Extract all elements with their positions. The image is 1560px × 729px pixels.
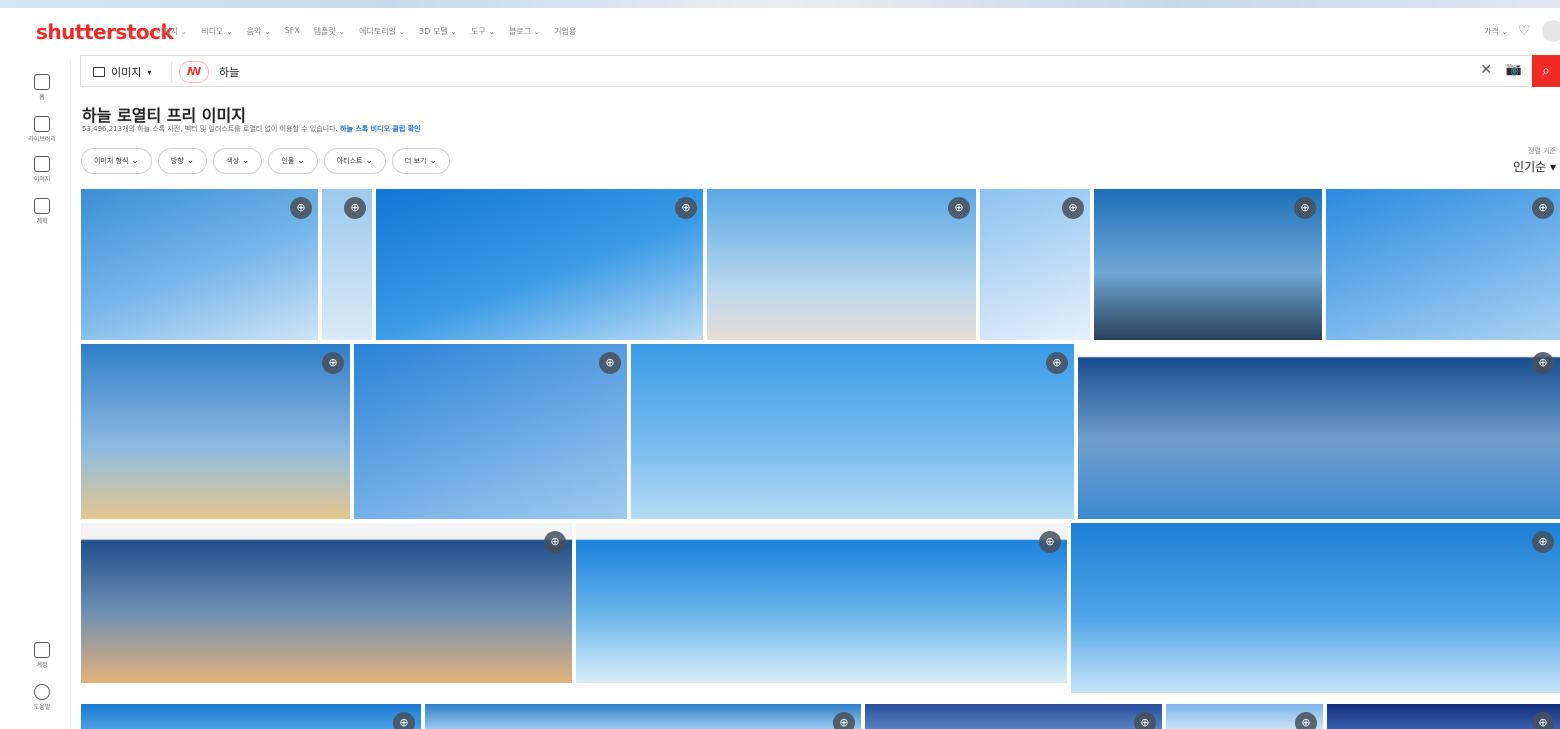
zoom-icon[interactable]: ⊕ bbox=[675, 197, 697, 219]
chevron-down-icon: ▾ bbox=[147, 67, 152, 77]
sort-select[interactable]: 정렬 기준 인기순 ▾ bbox=[1513, 146, 1556, 175]
heart-icon[interactable]: ♡ bbox=[1518, 24, 1532, 38]
sidebar-item-library[interactable]: 라이브러리 bbox=[28, 116, 56, 143]
home-icon bbox=[34, 74, 50, 90]
zoom-icon[interactable]: ⊕ bbox=[1295, 712, 1317, 729]
search-type-select[interactable]: 이미지 ▾ bbox=[93, 64, 151, 80]
avatar[interactable] bbox=[1542, 20, 1560, 42]
zoom-icon[interactable]: ⊕ bbox=[1532, 352, 1554, 374]
zoom-icon[interactable]: ⊕ bbox=[1046, 352, 1068, 374]
zoom-icon[interactable]: ⊕ bbox=[1532, 712, 1554, 729]
image-tile[interactable]: ⊕ bbox=[1166, 704, 1323, 729]
image-tile[interactable]: ⊕ bbox=[1071, 523, 1560, 693]
image-tile[interactable]: ⊕ bbox=[322, 189, 372, 340]
header-actions: 가격 ⌄ ♡ bbox=[1484, 20, 1560, 42]
zoom-icon[interactable]: ⊕ bbox=[1039, 531, 1061, 553]
image-tile[interactable]: ⊕ bbox=[376, 189, 703, 340]
zoom-icon[interactable]: ⊕ bbox=[544, 531, 566, 553]
filter-orientation[interactable]: 방향 bbox=[157, 148, 208, 174]
sidebar-item-home[interactable]: 홈 bbox=[28, 74, 56, 101]
image-tile[interactable]: ⊕ bbox=[81, 189, 318, 340]
image-tile[interactable]: ⊕ bbox=[707, 189, 976, 340]
zoom-icon[interactable]: ⊕ bbox=[393, 712, 415, 729]
sidebar-item-help[interactable]: 도움말 bbox=[28, 684, 56, 711]
pricing-link[interactable]: 가격 ⌄ bbox=[1484, 26, 1508, 37]
zoom-icon[interactable]: ⊕ bbox=[599, 352, 621, 374]
nav-enterprise[interactable]: 기업용 bbox=[554, 26, 576, 37]
image-tile[interactable]: ⊕ bbox=[576, 523, 1067, 683]
zoom-icon[interactable]: ⊕ bbox=[322, 352, 344, 374]
ai-search-icon[interactable]: ꟿ bbox=[179, 61, 209, 83]
divider bbox=[171, 62, 172, 82]
zoom-icon[interactable]: ⊕ bbox=[1294, 197, 1316, 219]
library-icon bbox=[34, 116, 50, 132]
search-input[interactable]: 하늘 bbox=[219, 64, 239, 80]
image-tile[interactable]: ⊕ bbox=[1326, 189, 1560, 340]
filter-more[interactable]: 더 보기 bbox=[391, 148, 450, 174]
image-tile[interactable]: ⊕ bbox=[81, 523, 572, 683]
image-tile[interactable]: ⊕ bbox=[1327, 704, 1560, 729]
video-clips-link[interactable]: 하늘 스톡 비디오 클립 확인 bbox=[340, 125, 421, 133]
header: shutterstock 이미지 ⌄ 비디오 ⌄ 음악 ⌄ SFX 템플릿 ⌄ … bbox=[0, 8, 1560, 54]
filter-people[interactable]: 인물 bbox=[268, 148, 318, 174]
filter-image-type[interactable]: 이미지 형식 bbox=[81, 148, 152, 174]
sidebar-item-account[interactable]: 계정 bbox=[28, 642, 56, 669]
filter-bar: 이미지 형식 방향 색상 인물 아티스트 더 보기 bbox=[81, 148, 450, 174]
zoom-icon[interactable]: ⊕ bbox=[1134, 712, 1156, 729]
close-icon[interactable]: ✕ bbox=[1480, 62, 1492, 78]
search-icon: ⌕ bbox=[1542, 63, 1550, 79]
account-icon bbox=[34, 642, 50, 658]
filter-color[interactable]: 색상 bbox=[213, 148, 263, 174]
image-tile[interactable]: ⊕ bbox=[81, 344, 350, 519]
image-tile[interactable]: ⊕ bbox=[631, 344, 1074, 519]
plans-icon bbox=[34, 198, 50, 214]
image-tile[interactable]: ⊕ bbox=[81, 704, 421, 729]
images-icon bbox=[34, 156, 50, 172]
page-title: 하늘 로열티 프리 이미지 bbox=[82, 106, 246, 125]
sidebar: 홈 라이브러리 이미지 계획 계정 도움말 bbox=[0, 60, 71, 729]
image-tile[interactable]: ⊕ bbox=[1078, 344, 1560, 519]
zoom-icon[interactable]: ⊕ bbox=[344, 197, 366, 219]
main-nav: 이미지 ⌄ 비디오 ⌄ 음악 ⌄ SFX 템플릿 ⌄ 에디토리얼 ⌄ 3D 모델… bbox=[156, 26, 576, 37]
nav-tools[interactable]: 도구 ⌄ bbox=[471, 26, 495, 37]
image-tile[interactable]: ⊕ bbox=[865, 704, 1162, 729]
zoom-icon[interactable]: ⊕ bbox=[833, 712, 855, 729]
nav-images[interactable]: 이미지 ⌄ bbox=[156, 26, 187, 37]
image-tile[interactable]: ⊕ bbox=[980, 189, 1090, 340]
nav-sfx[interactable]: SFX bbox=[285, 26, 300, 37]
zoom-icon[interactable]: ⊕ bbox=[1532, 531, 1554, 553]
nav-editorial[interactable]: 에디토리얼 ⌄ bbox=[359, 26, 405, 37]
nav-templates[interactable]: 템플릿 ⌄ bbox=[314, 26, 345, 37]
result-summary: 53,496,213개의 하늘 스톡 사진, 벡터 및 일러스트를 로열티 없이… bbox=[82, 125, 421, 133]
top-image-strip bbox=[0, 0, 1560, 8]
nav-music[interactable]: 음악 ⌄ bbox=[247, 26, 271, 37]
nav-blog[interactable]: 블로그 ⌄ bbox=[509, 26, 540, 37]
nav-video[interactable]: 비디오 ⌄ bbox=[201, 26, 232, 37]
zoom-icon[interactable]: ⊕ bbox=[1532, 197, 1554, 219]
image-tile[interactable]: ⊕ bbox=[354, 344, 627, 519]
filter-artist[interactable]: 아티스트 bbox=[323, 148, 386, 174]
image-tile[interactable]: ⊕ bbox=[425, 704, 861, 729]
zoom-icon[interactable]: ⊕ bbox=[948, 197, 970, 219]
camera-icon[interactable]: 📷 bbox=[1506, 62, 1522, 77]
sidebar-item-plans[interactable]: 계획 bbox=[28, 198, 56, 225]
search-bar: 이미지 ▾ ꟿ 하늘 ✕ 📷 ⌕ bbox=[80, 55, 1560, 87]
search-button[interactable]: ⌕ bbox=[1532, 55, 1560, 87]
zoom-icon[interactable]: ⊕ bbox=[1062, 197, 1084, 219]
image-icon bbox=[93, 67, 105, 77]
nav-3d[interactable]: 3D 모델 ⌄ bbox=[419, 26, 457, 37]
zoom-icon[interactable]: ⊕ bbox=[290, 197, 312, 219]
shutterstock-logo[interactable]: shutterstock bbox=[36, 20, 174, 44]
help-icon bbox=[34, 684, 50, 700]
image-tile[interactable]: ⊕ bbox=[1094, 189, 1322, 340]
sidebar-item-images[interactable]: 이미지 bbox=[28, 156, 56, 183]
